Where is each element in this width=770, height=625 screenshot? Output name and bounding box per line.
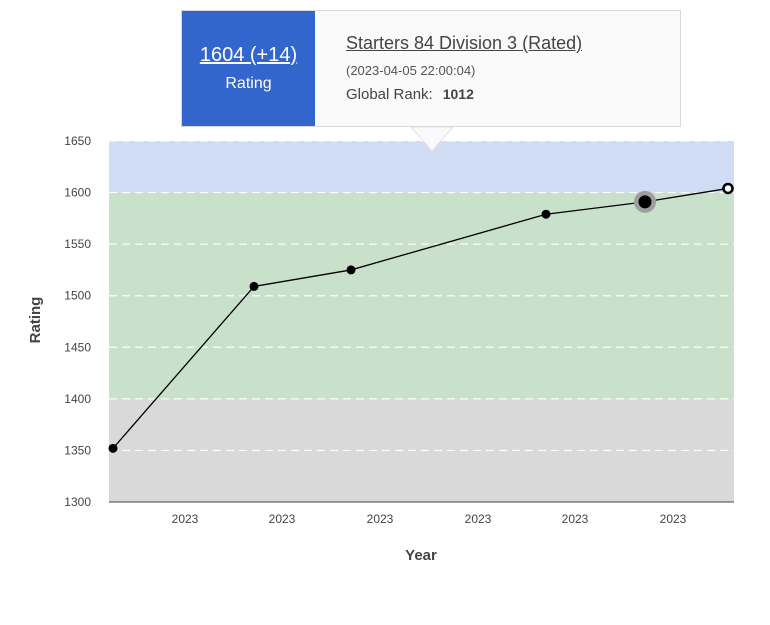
y-tick-label: 1350 [64,443,91,457]
tooltip-rating-label: Rating [225,75,272,92]
data-point-latest [722,182,734,195]
data-point-highlighted [638,195,652,209]
y-tick-label: 1300 [64,495,91,509]
x-tick-labels: 2023 2023 2023 2023 2023 2023 [172,512,687,526]
data-point [249,281,259,291]
x-tick-label: 2023 [269,512,296,526]
y-tick-labels: 1300 1350 1400 1450 1500 1550 1600 1650 [64,134,91,509]
data-point [108,443,118,453]
tooltip-rank-value: 1012 [442,86,474,102]
tooltip-contest-date: (2023-04-05 22:00:04) [346,63,476,78]
tooltip-contest-link[interactable]: Starters 84 Division 3 (Rated) [346,33,680,54]
tooltip-rank-row: Global Rank: 1012 [346,86,680,103]
x-tick-label: 2023 [172,512,199,526]
tooltip-rating-value[interactable]: 1604 (+14) [200,44,297,67]
rating-band [109,141,734,193]
x-tick-label: 2023 [367,512,394,526]
y-tick-label: 1600 [64,186,91,200]
y-axis-title: Rating [27,297,44,344]
tooltip-rating-panel: 1604 (+14) Rating [182,11,315,126]
y-tick-label: 1550 [64,237,91,251]
data-point [541,209,551,219]
tooltip-rank-label: Global Rank: [346,86,433,103]
x-tick-label: 2023 [660,512,687,526]
y-tick-label: 1450 [64,340,91,354]
x-axis-title: Year [405,547,437,564]
tooltip-contest-panel: Starters 84 Division 3 (Rated) (2023-04-… [315,11,680,126]
rating-tooltip: 1604 (+14) Rating Starters 84 Division 3… [181,10,681,127]
data-point [346,265,356,275]
y-tick-label: 1500 [64,289,91,303]
x-tick-label: 2023 [562,512,589,526]
y-tick-label: 1400 [64,392,91,406]
y-tick-label: 1650 [64,134,91,148]
x-tick-label: 2023 [465,512,492,526]
